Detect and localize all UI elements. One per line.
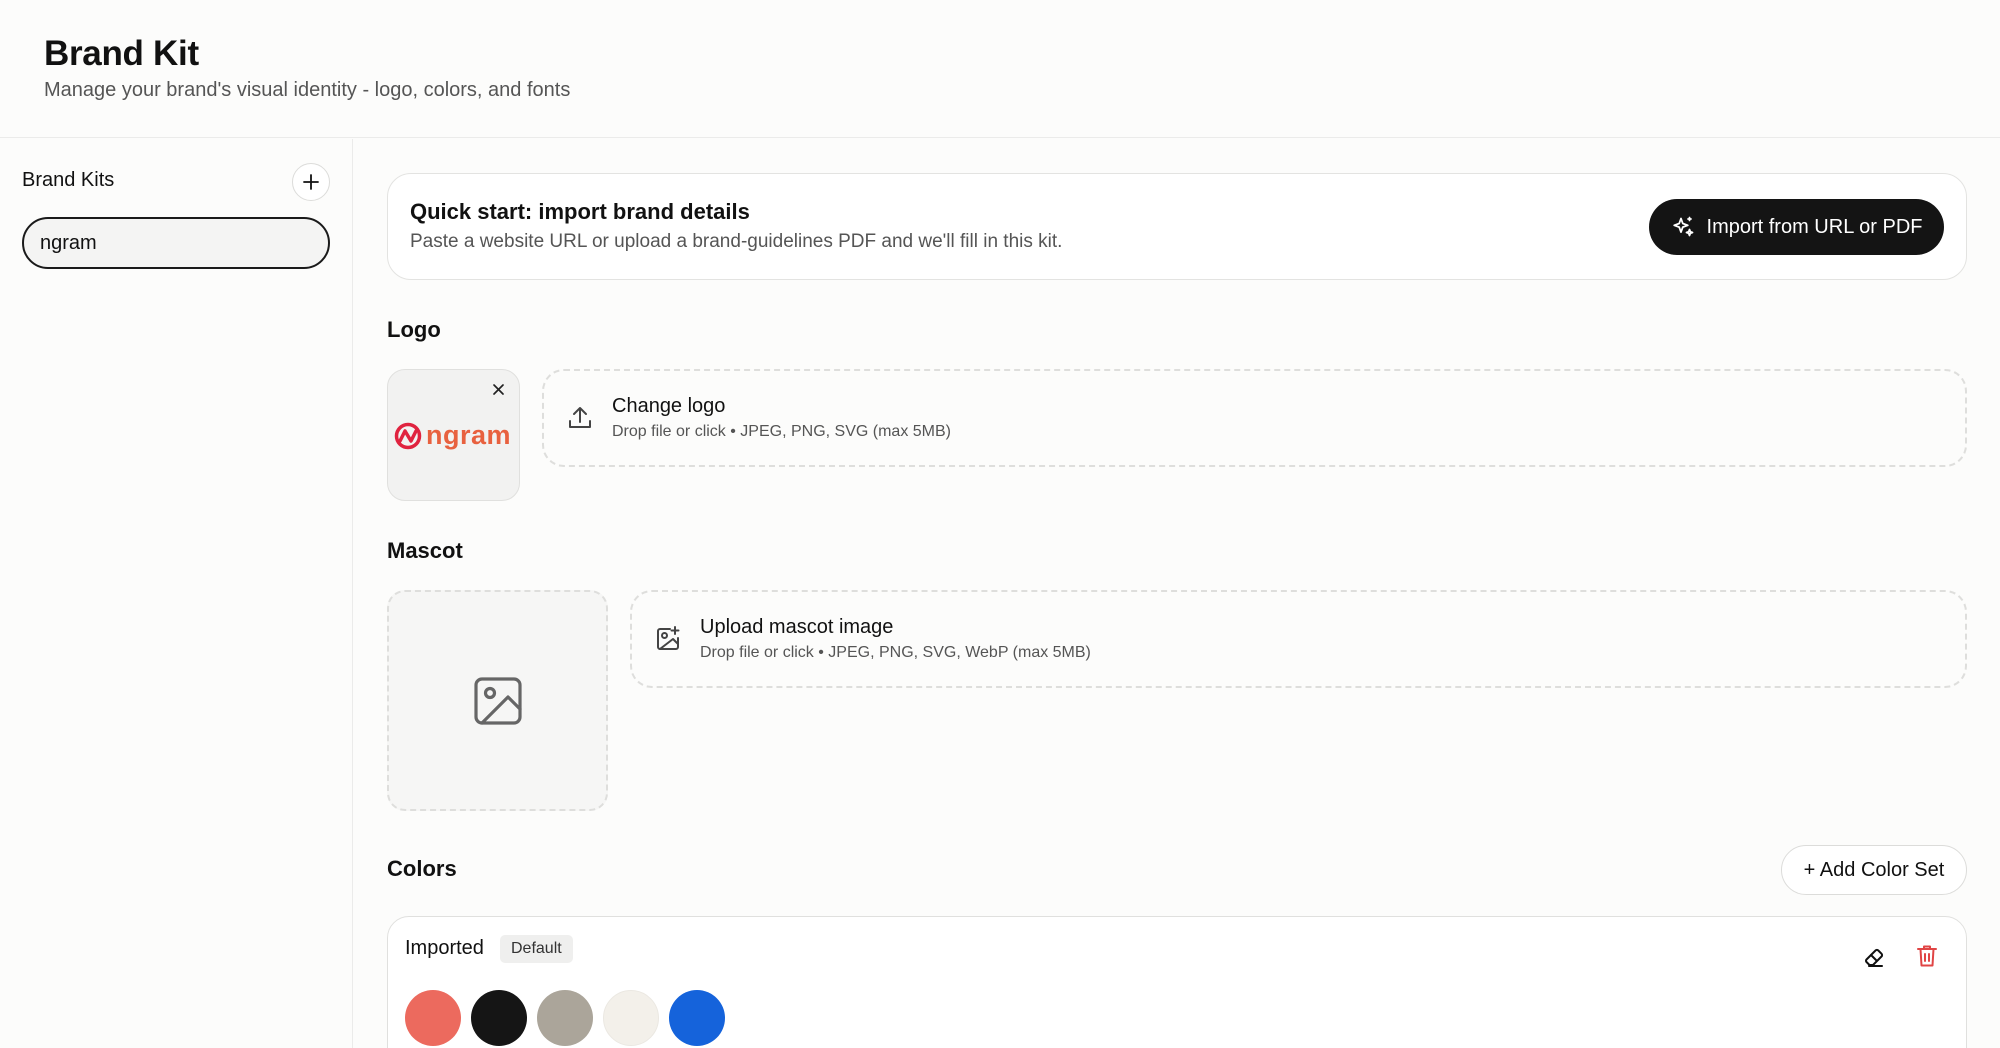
sparkles-icon	[1672, 216, 1693, 237]
upload-icon	[569, 407, 591, 428]
image-plus-icon	[657, 626, 680, 650]
color-swatch[interactable]	[405, 990, 461, 1046]
quick-start-description: Paste a website URL or upload a brand-gu…	[410, 231, 1063, 252]
clear-color-set-button[interactable]	[1862, 945, 1886, 974]
remove-logo-button[interactable]	[489, 380, 507, 398]
add-color-set-label: + Add Color Set	[1803, 858, 1945, 881]
brand-logo-text: ngram	[426, 420, 512, 450]
quick-start-title: Quick start: import brand details	[410, 199, 750, 224]
mascot-upload-title: Upload mascot image	[700, 616, 894, 638]
sidebar-item-ngram[interactable]: ngram	[22, 217, 330, 269]
logo-upload-hint: Drop file or click • JPEG, PNG, SVG (max…	[612, 423, 951, 440]
plus-icon	[303, 174, 319, 190]
logo-section-title: Logo	[387, 317, 441, 342]
sidebar-item-label: ngram	[40, 231, 97, 254]
trash-icon	[1917, 945, 1937, 967]
page-header: Brand Kit Manage your brand's visual ide…	[0, 0, 2000, 138]
add-brand-kit-button[interactable]	[292, 163, 330, 201]
mascot-upload-hint: Drop file or click • JPEG, PNG, SVG, Web…	[700, 644, 1091, 661]
import-button[interactable]: Import from URL or PDF	[1649, 199, 1944, 255]
sidebar: Brand Kits ngram	[0, 139, 353, 1048]
image-icon	[473, 676, 522, 725]
page-subtitle: Manage your brand's visual identity - lo…	[44, 79, 571, 101]
mascot-upload-dropzone[interactable]: Upload mascot image Drop file or click •…	[630, 590, 1967, 688]
color-swatch[interactable]	[603, 990, 659, 1046]
page-title: Brand Kit	[44, 34, 199, 73]
import-button-label: Import from URL or PDF	[1706, 215, 1923, 238]
main-content: Quick start: import brand details Paste …	[354, 139, 2000, 1048]
eraser-icon	[1865, 948, 1884, 967]
color-set-card: Imported Default	[387, 916, 1967, 1048]
logo-upload-dropzone[interactable]: Change logo Drop file or click • JPEG, P…	[542, 369, 1967, 467]
colors-section-title: Colors	[387, 856, 457, 881]
logo-preview: ngram	[387, 369, 520, 501]
mascot-preview	[387, 590, 608, 811]
default-badge: Default	[500, 935, 573, 963]
color-swatch[interactable]	[471, 990, 527, 1046]
logo-upload-title: Change logo	[612, 395, 726, 417]
delete-color-set-button[interactable]	[1916, 944, 1938, 973]
sidebar-title: Brand Kits	[22, 169, 115, 191]
brand-logo: ngram	[394, 420, 511, 451]
quick-start-card: Quick start: import brand details Paste …	[387, 173, 1967, 280]
color-swatch[interactable]	[669, 990, 725, 1046]
color-swatch[interactable]	[537, 990, 593, 1046]
color-set-name: Imported	[405, 937, 484, 959]
mascot-section-title: Mascot	[387, 538, 463, 563]
add-color-set-button[interactable]: + Add Color Set	[1781, 845, 1967, 895]
close-icon	[492, 383, 504, 395]
ngram-logo-mark-icon	[394, 422, 422, 449]
